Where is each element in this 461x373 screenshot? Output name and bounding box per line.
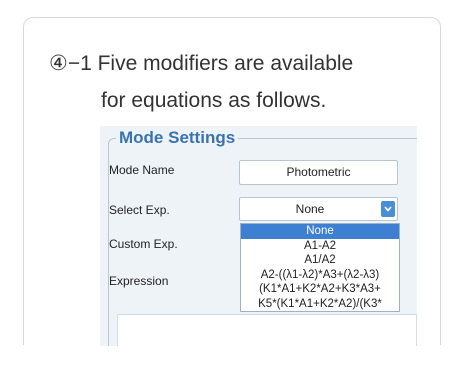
mode-name-field[interactable]: Photometric	[239, 160, 398, 185]
mode-settings-title: Mode Settings	[116, 127, 239, 149]
mode-settings-panel: Mode Settings Mode Name Photometric Sele…	[100, 126, 417, 346]
select-exp-label: Select Exp.	[109, 203, 170, 217]
select-exp-dropdown-list: None A1-A2 A1/A2 A2-((λ1-λ2)*A3+(λ2-λ3) …	[240, 223, 400, 312]
instruction-line-1: ④−1 Five modifiers are available	[49, 52, 354, 75]
page-bottom	[0, 345, 461, 373]
mode-name-label: Mode Name	[109, 163, 175, 177]
option-none[interactable]: None	[241, 224, 399, 239]
instruction-line-2: for equations as follows.	[101, 89, 327, 112]
expression-box[interactable]	[117, 314, 417, 346]
option-three-wavelength[interactable]: A2-((λ1-λ2)*A3+(λ2-λ3)	[241, 268, 399, 283]
custom-exp-label: Custom Exp.	[109, 237, 178, 251]
chevron-down-icon	[384, 206, 392, 212]
expression-label: Expression	[109, 274, 169, 288]
dropdown-button[interactable]	[381, 201, 395, 217]
option-k-ratio[interactable]: K5*(K1*A1+K2*A2)/(K3*	[241, 297, 399, 312]
select-exp-combobox[interactable]: None	[239, 197, 398, 221]
option-k-linear[interactable]: (K1*A1+K2*A2+K3*A3+	[241, 282, 399, 297]
select-exp-value: None	[295, 202, 325, 216]
option-a1-div-a2[interactable]: A1/A2	[241, 253, 399, 268]
option-a1-minus-a2[interactable]: A1-A2	[241, 239, 399, 254]
